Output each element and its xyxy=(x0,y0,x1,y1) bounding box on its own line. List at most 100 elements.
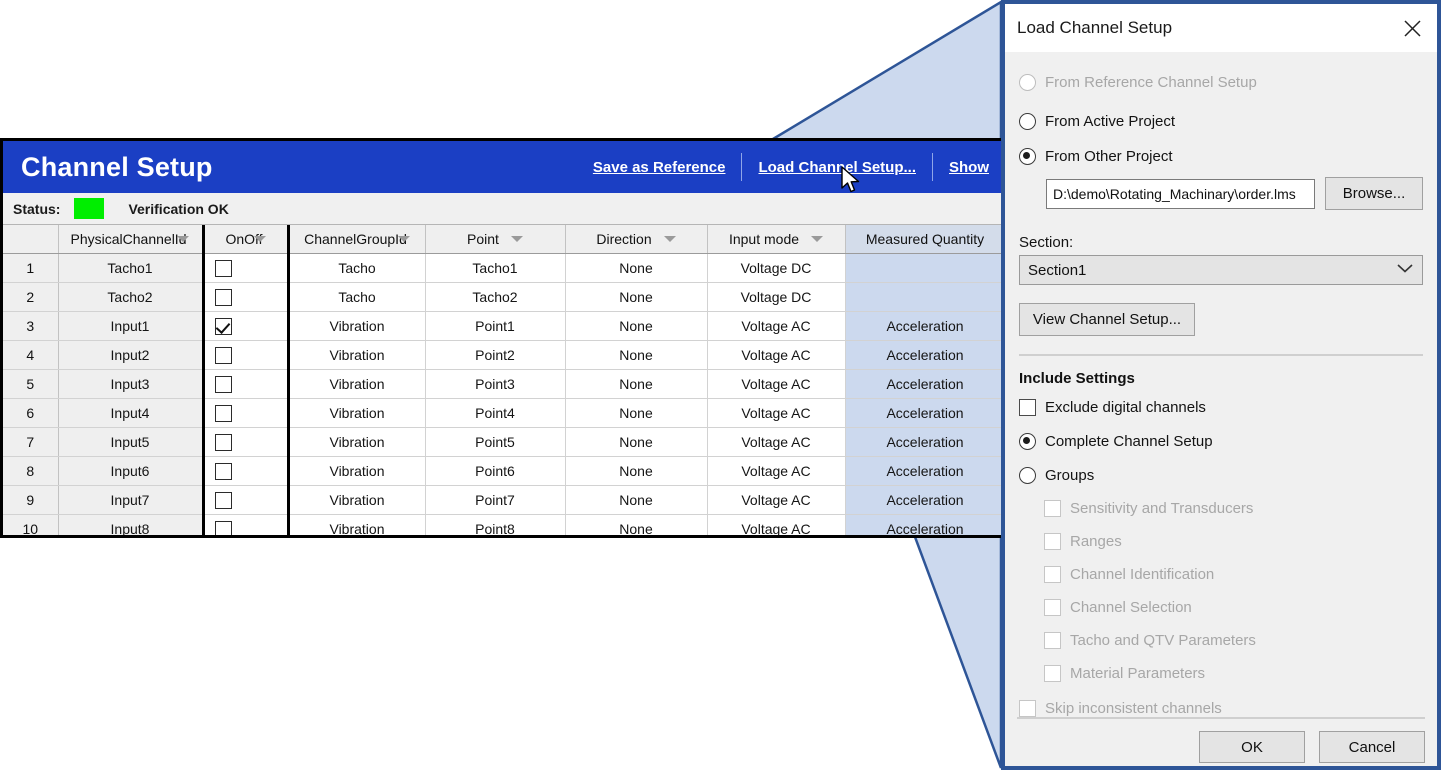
onoff-checkbox[interactable] xyxy=(214,462,232,480)
column-header-channelgroupid[interactable]: ChannelGroupId xyxy=(286,225,426,254)
cell-onoff[interactable] xyxy=(201,456,289,486)
checkbox-icon xyxy=(1044,665,1061,682)
cell-onoff[interactable] xyxy=(201,311,289,341)
column-header-direction[interactable]: Direction xyxy=(565,225,708,254)
onoff-checkbox[interactable] xyxy=(214,491,232,509)
column-header-rownum xyxy=(3,225,59,254)
cell-channelgroupid: Vibration xyxy=(286,427,426,457)
filter-arrow-icon[interactable] xyxy=(253,236,266,242)
column-header-inputmode[interactable]: Input mode xyxy=(707,225,846,254)
cancel-button[interactable]: Cancel xyxy=(1319,731,1425,763)
table-row[interactable]: 6 Input4 Vibration Point4 None Voltage AC Acce… xyxy=(3,398,1005,428)
load-channel-setup-link[interactable]: Load Channel Setup... xyxy=(742,159,932,176)
onoff-checkbox[interactable] xyxy=(214,259,232,277)
cell-onoff[interactable] xyxy=(201,253,289,283)
cell-measuredquantity: Acceleration xyxy=(845,398,1005,428)
group-checkbox-list: Sensitivity and Transducers Ranges Channel… xyxy=(1019,500,1423,682)
cell-onoff[interactable] xyxy=(201,282,289,312)
filter-arrow-icon[interactable] xyxy=(811,236,824,242)
table-row[interactable]: 8 Input6 Vibration Point6 None Voltage AC Acce… xyxy=(3,456,1005,486)
cell-onoff[interactable] xyxy=(201,485,289,515)
cell-measuredquantity: Acceleration xyxy=(845,456,1005,486)
checkbox-icon xyxy=(1044,599,1061,616)
cell-measuredquantity: Acceleration xyxy=(845,427,1005,457)
onoff-checkbox[interactable] xyxy=(214,317,232,335)
table-row[interactable]: 10 Input8 Vibration Point8 None Voltage AC Acc… xyxy=(3,514,1005,535)
cell-onoff[interactable] xyxy=(201,340,289,370)
onoff-checkbox[interactable] xyxy=(214,288,232,306)
filter-arrow-icon[interactable] xyxy=(663,236,676,242)
filter-arrow-icon[interactable] xyxy=(397,236,410,242)
radio-label: From Active Project xyxy=(1045,113,1176,130)
checkbox-material-parameters: Material Parameters xyxy=(1019,665,1423,682)
cell-channelgroupid: Vibration xyxy=(286,514,426,535)
close-icon[interactable] xyxy=(1397,13,1427,43)
cell-inputmode: Voltage DC xyxy=(707,282,846,312)
checkbox-icon xyxy=(1044,566,1061,583)
onoff-checkbox[interactable] xyxy=(214,404,232,422)
cell-onoff[interactable] xyxy=(201,427,289,457)
checkbox-label: Sensitivity and Transducers xyxy=(1070,500,1254,517)
browse-button[interactable]: Browse... xyxy=(1325,177,1423,210)
save-as-reference-link[interactable]: Save as Reference xyxy=(577,159,742,176)
cell-direction: None xyxy=(565,514,708,535)
radio-icon[interactable] xyxy=(1019,433,1036,450)
cell-direction: None xyxy=(565,427,708,457)
column-header-point[interactable]: Point xyxy=(425,225,566,254)
filter-arrow-icon[interactable] xyxy=(510,236,523,242)
section-value: Section1 xyxy=(1028,261,1087,279)
table-row[interactable]: 1 Tacho1 Tacho Tacho1 None Voltage DC xyxy=(3,253,1005,283)
row-number-cell: 8 xyxy=(3,456,59,486)
checkbox-sensitivity-and-transducers: Sensitivity and Transducers xyxy=(1019,500,1423,517)
radio-label: Complete Channel Setup xyxy=(1045,433,1213,450)
column-header-measuredquantity[interactable]: Measured Quantity xyxy=(845,225,1005,254)
cell-channelgroupid: Vibration xyxy=(286,369,426,399)
table-row[interactable]: 2 Tacho2 Tacho Tacho2 None Voltage DC xyxy=(3,282,1005,312)
cell-point: Point7 xyxy=(425,485,566,515)
table-row[interactable]: 7 Input5 Vibration Point5 None Voltage AC Acce… xyxy=(3,427,1005,457)
cell-inputmode: Voltage AC xyxy=(707,456,846,486)
channel-setup-panel: Channel Setup Save as Reference Load Cha… xyxy=(0,138,1008,538)
dialog-footer: OK Cancel xyxy=(1017,717,1425,777)
onoff-checkbox[interactable] xyxy=(214,520,232,535)
filter-arrow-icon[interactable] xyxy=(177,236,190,242)
column-header-onoff[interactable]: OnOff xyxy=(201,225,289,254)
radio-icon[interactable] xyxy=(1019,113,1036,130)
radio-icon[interactable] xyxy=(1019,148,1036,165)
cell-physicalchannelid: Input4 xyxy=(58,398,204,428)
panel-links: Save as Reference Load Channel Setup... … xyxy=(577,141,1005,193)
show-link[interactable]: Show xyxy=(933,159,1005,176)
checkbox-exclude-digital-channels[interactable]: Exclude digital channels xyxy=(1019,399,1423,416)
cell-onoff[interactable] xyxy=(201,514,289,535)
radio-groups[interactable]: Groups xyxy=(1019,467,1423,484)
cell-onoff[interactable] xyxy=(201,369,289,399)
column-header-physicalchannelid[interactable]: PhysicalChannelId xyxy=(58,225,204,254)
table-row[interactable]: 4 Input2 Vibration Point2 None Voltage AC Acce… xyxy=(3,340,1005,370)
ok-button[interactable]: OK xyxy=(1199,731,1305,763)
cell-direction: None xyxy=(565,282,708,312)
checkbox-label: Channel Identification xyxy=(1070,566,1215,583)
section-select[interactable]: Section1 xyxy=(1019,255,1423,285)
onoff-checkbox[interactable] xyxy=(214,375,232,393)
cell-onoff[interactable] xyxy=(201,398,289,428)
onoff-checkbox[interactable] xyxy=(214,346,232,364)
cell-channelgroupid: Vibration xyxy=(286,398,426,428)
status-bar: Status: Verification OK xyxy=(3,193,1005,225)
view-channel-setup-button[interactable]: View Channel Setup... xyxy=(1019,303,1195,336)
chevron-down-icon[interactable] xyxy=(1396,261,1414,279)
cell-measuredquantity: Acceleration xyxy=(845,311,1005,341)
column-label: PhysicalChannelId xyxy=(70,231,187,247)
radio-from-other-project[interactable]: From Other Project xyxy=(1019,148,1423,165)
table-row[interactable]: 3 Input1 Vibration Point1 None Voltage AC Acce… xyxy=(3,311,1005,341)
onoff-checkbox[interactable] xyxy=(214,433,232,451)
checkbox-icon[interactable] xyxy=(1019,399,1036,416)
table-row[interactable]: 5 Input3 Vibration Point3 None Voltage AC Acce… xyxy=(3,369,1005,399)
radio-from-active-project[interactable]: From Active Project xyxy=(1019,113,1423,130)
cell-point: Point5 xyxy=(425,427,566,457)
radio-icon[interactable] xyxy=(1019,467,1036,484)
project-path-row: D:\demo\Rotating_Machinary\order.lms Bro… xyxy=(1019,177,1423,210)
project-path-input[interactable]: D:\demo\Rotating_Machinary\order.lms xyxy=(1046,178,1315,209)
checkbox-icon xyxy=(1044,632,1061,649)
radio-complete-channel-setup[interactable]: Complete Channel Setup xyxy=(1019,433,1423,450)
table-row[interactable]: 9 Input7 Vibration Point7 None Voltage AC Acce… xyxy=(3,485,1005,515)
